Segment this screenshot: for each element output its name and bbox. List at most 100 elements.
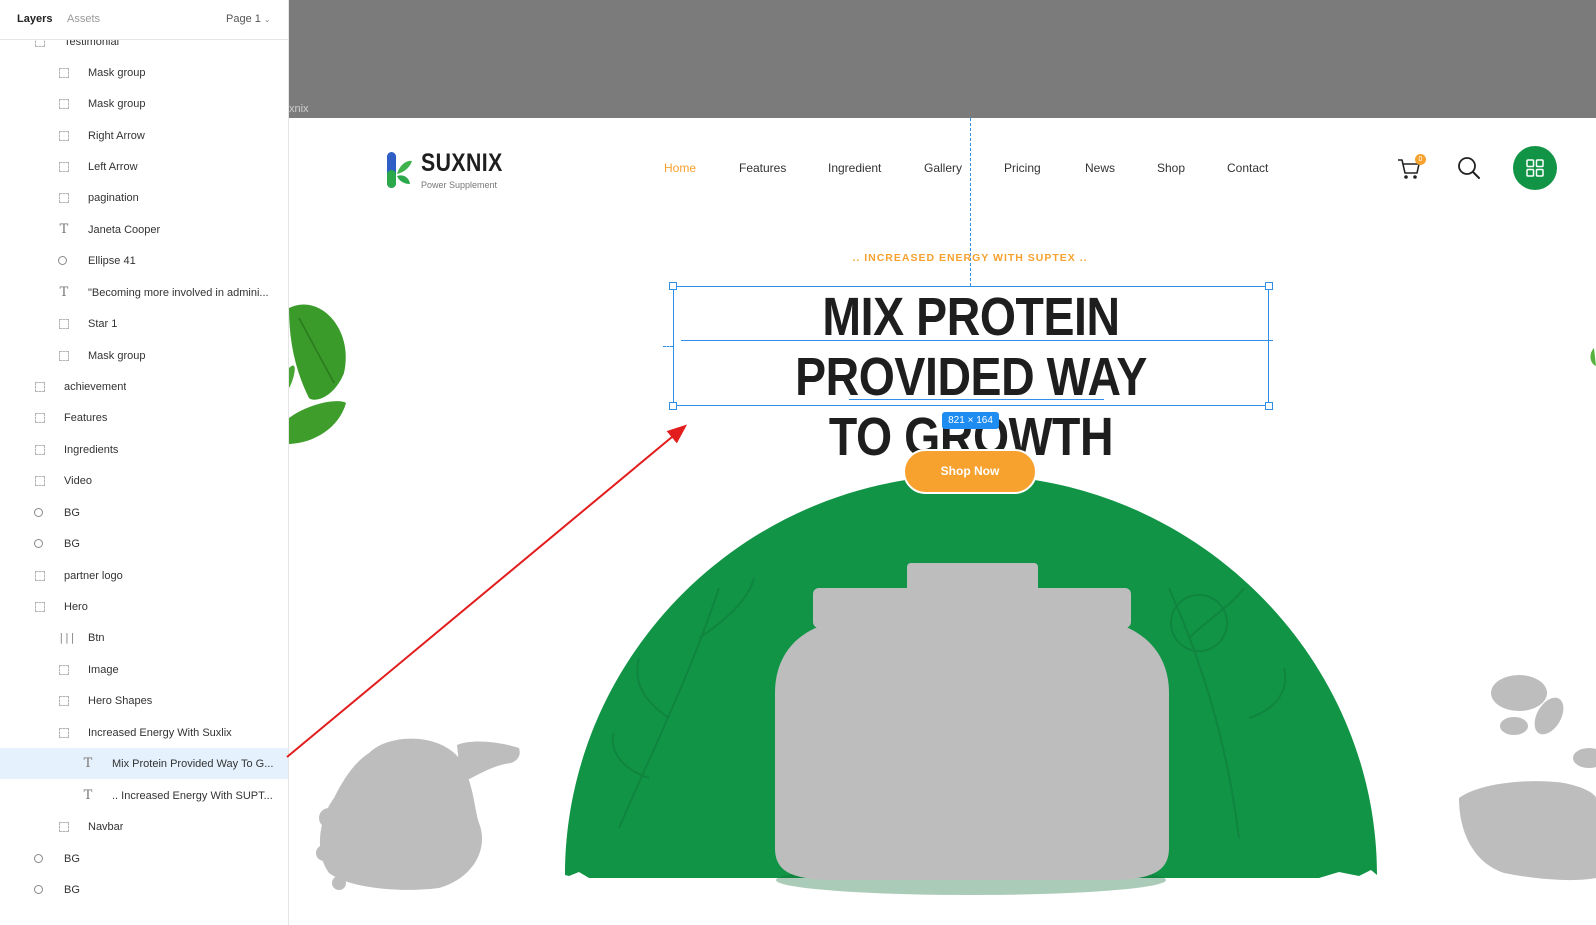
hero-illustration[interactable] <box>289 118 1596 925</box>
text-layer-icon: T <box>59 222 69 237</box>
layer-row[interactable]: T Janeta Cooper <box>0 214 288 245</box>
frame-icon <box>59 351 69 361</box>
layer-label: Increased Energy With Suxlix <box>88 727 232 739</box>
shop-now-button[interactable]: Shop Now <box>903 449 1037 494</box>
layer-row[interactable]: pagination <box>0 182 288 213</box>
frame-icon <box>35 602 45 612</box>
layer-row[interactable]: Right Arrow <box>0 120 288 151</box>
design-canvas[interactable]: xnix SUXNIX Power Supplement Home Featur… <box>289 0 1596 925</box>
layer-row[interactable]: Ingredients <box>0 434 288 465</box>
frame-icon <box>35 476 45 486</box>
layer-label: pagination <box>88 192 139 204</box>
bowl-image-placeholder <box>1459 675 1596 881</box>
layer-label: Star 1 <box>88 318 118 330</box>
layer-row[interactable]: Navbar <box>0 811 288 842</box>
search-icon[interactable] <box>1456 155 1482 181</box>
menu-grid-button[interactable] <box>1513 146 1557 190</box>
hero-subtitle[interactable]: .. INCREASED ENERGY WITH SUPTEX .. <box>289 252 1596 264</box>
layer-label: Hero Shapes <box>88 695 153 707</box>
logo-tagline: Power Supplement <box>421 180 498 190</box>
layer-label: Ellipse 41 <box>88 255 136 267</box>
layer-row[interactable]: achievement <box>0 371 288 402</box>
layer-row[interactable]: ||| Btn <box>0 622 288 653</box>
nav-item-home[interactable]: Home <box>664 161 696 175</box>
frame-icon <box>59 131 69 141</box>
layer-label: achievement <box>64 381 127 393</box>
layer-row[interactable]: Image <box>0 654 288 685</box>
layer-label: Mask group <box>88 98 146 110</box>
frame-icon <box>59 68 69 78</box>
frame-icon <box>35 445 45 455</box>
layer-row[interactable]: BG <box>0 528 288 559</box>
layer-label: "Becoming more involved in admini... <box>88 287 269 299</box>
tab-layers[interactable]: Layers <box>17 13 52 25</box>
layer-row[interactable]: T Mix Protein Provided Way To G... <box>0 748 288 779</box>
text-baseline-guide <box>849 399 1104 400</box>
auto-layout-icon: ||| <box>58 631 76 644</box>
layer-row[interactable]: Increased Energy With Suxlix <box>0 717 288 748</box>
layer-row[interactable]: partner logo <box>0 560 288 591</box>
layer-label: Btn <box>88 632 105 644</box>
cart-count-badge: 0 <box>1415 154 1426 165</box>
tab-assets[interactable]: Assets <box>67 13 100 25</box>
artboard-frame[interactable]: SUXNIX Power Supplement Home Features In… <box>289 118 1596 925</box>
frame-icon <box>59 319 69 329</box>
hero-title[interactable]: MIX PROTEIN PROVIDED WAY TO GROWTH <box>715 287 1228 467</box>
layer-row[interactable]: Video <box>0 465 288 496</box>
ellipse-icon <box>34 885 43 894</box>
layer-row[interactable]: Mask group <box>0 57 288 88</box>
layer-label: partner logo <box>64 570 123 582</box>
page-selector[interactable]: Page 1 ⌄ <box>226 13 271 25</box>
text-layer-icon: T <box>83 756 93 771</box>
nav-item-features[interactable]: Features <box>739 161 786 175</box>
nav-item-news[interactable]: News <box>1085 161 1115 175</box>
layer-row[interactable]: BG <box>0 874 288 905</box>
layer-label: Video <box>64 475 92 487</box>
layer-label: Mask group <box>88 350 146 362</box>
ellipse-icon <box>34 539 43 548</box>
spacing-guide <box>663 346 673 347</box>
nav-item-contact[interactable]: Contact <box>1227 161 1268 175</box>
frame-icon <box>59 193 69 203</box>
nav-item-ingredient[interactable]: Ingredient <box>828 161 881 175</box>
layer-label: Image <box>88 664 119 676</box>
layer-row[interactable]: Mask group <box>0 88 288 119</box>
layer-row[interactable]: Mask group <box>0 340 288 371</box>
frame-icon <box>59 728 69 738</box>
layer-label: BG <box>64 884 80 896</box>
layer-row[interactable]: Left Arrow <box>0 151 288 182</box>
layer-row[interactable]: Hero Shapes <box>0 685 288 716</box>
layers-panel: Testimonial Mask group Mask group Right Arr… <box>0 0 289 925</box>
text-layer-icon: T <box>59 285 69 300</box>
layer-label: Mix Protein Provided Way To G... <box>112 758 274 770</box>
layer-label: Navbar <box>88 821 124 833</box>
frame-label[interactable]: xnix <box>289 103 309 115</box>
layer-list: Testimonial Mask group Mask group Right Arr… <box>0 0 288 925</box>
layer-label: BG <box>64 853 80 865</box>
canvas-background <box>289 0 1596 118</box>
chevron-down-icon: ⌄ <box>263 15 271 24</box>
panel-header: Layers Assets Page 1 ⌄ <box>0 0 288 40</box>
ellipse-icon <box>34 854 43 863</box>
layer-row[interactable]: Star 1 <box>0 308 288 339</box>
layer-row[interactable]: Features <box>0 402 288 433</box>
nav-item-gallery[interactable]: Gallery <box>924 161 962 175</box>
layer-row[interactable]: BG <box>0 843 288 874</box>
layer-label: Ingredients <box>64 444 119 456</box>
nav-item-pricing[interactable]: Pricing <box>1004 161 1041 175</box>
layer-row[interactable]: T "Becoming more involved in admini... <box>0 277 288 308</box>
layer-row[interactable]: T .. Increased Energy With SUPT... <box>0 780 288 811</box>
frame-icon <box>59 162 69 172</box>
layer-row[interactable]: Ellipse 41 <box>0 245 288 276</box>
nav-item-shop[interactable]: Shop <box>1157 161 1185 175</box>
layer-row[interactable]: Hero <box>0 591 288 622</box>
ellipse-icon <box>58 256 67 265</box>
layer-row[interactable]: BG <box>0 497 288 528</box>
selection-size-badge: 821 × 164 <box>942 412 999 429</box>
logo-wordmark: SUXNIX <box>421 149 503 177</box>
layer-label: Left Arrow <box>88 161 138 173</box>
layer-label: Mask group <box>88 67 146 79</box>
ellipse-icon <box>34 508 43 517</box>
frame-icon <box>35 413 45 423</box>
protein-scoop-placeholder <box>316 738 520 890</box>
